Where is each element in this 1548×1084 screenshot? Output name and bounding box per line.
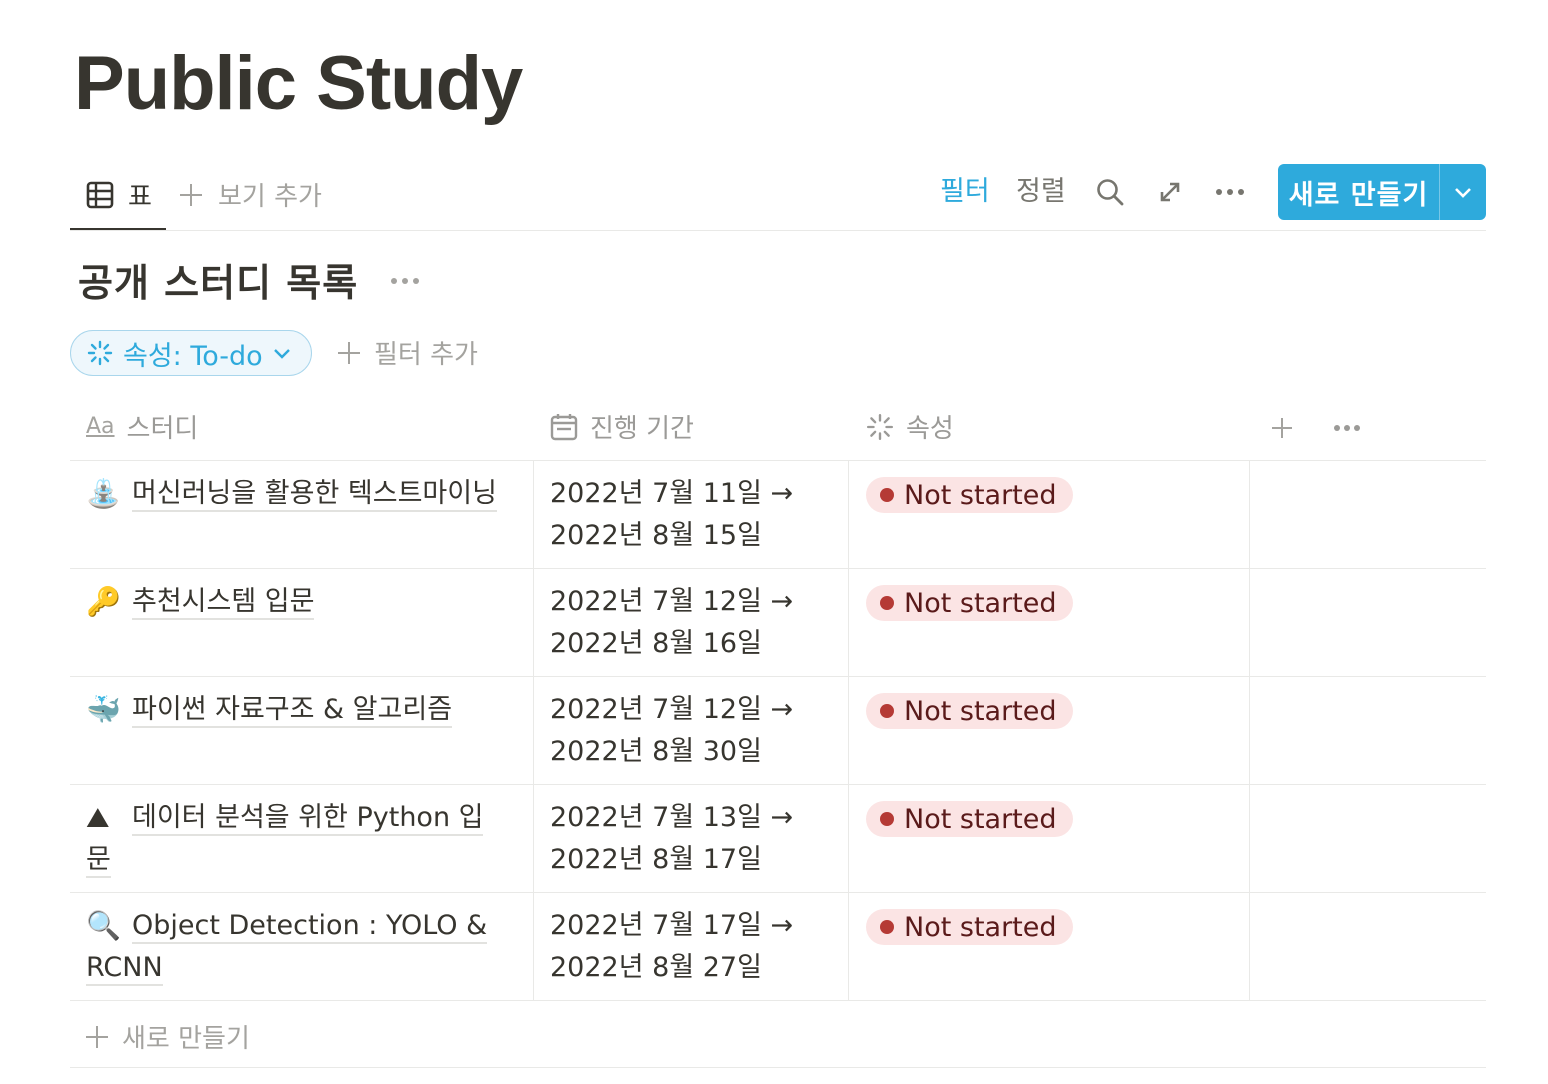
status-label: Not started (904, 803, 1057, 835)
study-name[interactable]: 데이터 분석을 위한 Python 입문 (86, 802, 484, 878)
new-row-label: 새로 만들기 (122, 1024, 250, 1054)
column-options-button[interactable] (1330, 412, 1364, 444)
new-button-dropdown[interactable] (1440, 164, 1486, 220)
date-start: 2022년 7월 17일 → (550, 910, 794, 941)
filter-chip[interactable]: 속성: To-do (70, 330, 312, 376)
study-name-cell[interactable]: ⛰ 데이터 분석을 위한 Python 입문 (86, 797, 506, 881)
chevron-down-icon (1453, 185, 1473, 199)
add-view-label: 보기 추가 (218, 182, 322, 212)
status-dot (880, 596, 894, 610)
status-badge[interactable]: Not started (866, 801, 1073, 837)
status-icon (87, 340, 113, 366)
plus-icon (84, 1024, 110, 1050)
date-end: 2022년 8월 27일 (550, 952, 762, 983)
date-cell[interactable]: 2022년 7월 13일 → 2022년 8월 17일 (550, 797, 793, 881)
sort-button[interactable]: 정렬 (1016, 172, 1066, 212)
date-start: 2022년 7월 13일 → (550, 802, 794, 833)
chevron-down-icon (273, 347, 291, 359)
add-column-button[interactable] (1266, 412, 1298, 444)
status-badge[interactable]: Not started (866, 693, 1073, 729)
more-options-button[interactable] (1208, 172, 1252, 212)
date-end: 2022년 8월 15일 (550, 520, 762, 551)
status-badge[interactable]: Not started (866, 909, 1073, 945)
add-filter-button[interactable]: 필터 추가 (336, 334, 478, 371)
open-fullpage-button[interactable] (1150, 172, 1190, 212)
magnifier-icon: 🔍 (86, 909, 121, 942)
add-filter-label: 필터 추가 (374, 340, 478, 370)
table-row[interactable]: ⛲ 머신러닝을 활용한 텍스트마이닝 2022년 7월 11일 → 2022년 8… (70, 461, 1486, 569)
column-label: 스터디 (126, 414, 199, 444)
new-button-label[interactable]: 새로 만들기 (1278, 164, 1439, 220)
tab-label: 표 (128, 182, 152, 212)
key-icon: 🔑 (86, 585, 121, 618)
status-icon (866, 413, 894, 441)
calendar-icon (550, 413, 578, 441)
more-icon (1333, 424, 1361, 432)
table-row[interactable]: ⛰ 데이터 분석을 위한 Python 입문 2022년 7월 13일 → 202… (70, 785, 1486, 893)
table-row[interactable]: 🐳 파이썬 자료구조 & 알고리즘 2022년 7월 12일 → 2022년 8월… (70, 677, 1486, 785)
plus-icon (1270, 416, 1294, 440)
status-label: Not started (904, 587, 1057, 619)
date-start: 2022년 7월 11일 → (550, 478, 794, 509)
date-cell[interactable]: 2022년 7월 12일 → 2022년 8월 30일 (550, 689, 793, 773)
column-header-period[interactable]: 진행 기간 (550, 408, 694, 445)
column-label: 속성 (906, 414, 954, 444)
status-label: Not started (904, 911, 1057, 943)
more-icon (1215, 188, 1245, 196)
status-dot (880, 812, 894, 826)
column-label: 진행 기간 (590, 414, 694, 444)
more-icon (390, 277, 420, 285)
filter-button[interactable]: 필터 (940, 172, 990, 212)
plus-icon (336, 340, 362, 366)
filter-chip-label: 속성: To-do (123, 340, 263, 372)
divider (70, 230, 1486, 231)
fountain-icon: ⛲ (86, 477, 121, 510)
text-icon: Aa (86, 414, 115, 439)
column-header-study[interactable]: Aa 스터디 (86, 408, 198, 445)
tab-table-view[interactable]: 표 (86, 176, 152, 213)
mountain-icon: ⛰ (86, 801, 110, 834)
study-name-cell[interactable]: 🐳 파이썬 자료구조 & 알고리즘 (86, 689, 506, 731)
new-button[interactable]: 새로 만들기 (1278, 164, 1486, 220)
study-name-cell[interactable]: 🔍 Object Detection : YOLO & RCNN (86, 905, 506, 989)
search-button[interactable] (1090, 172, 1130, 212)
search-icon (1095, 177, 1125, 207)
expand-icon (1157, 179, 1183, 205)
column-header-status[interactable]: 속성 (866, 408, 954, 445)
database-title[interactable]: 공개 스터디 목록 (78, 252, 358, 307)
whale-icon: 🐳 (86, 693, 121, 726)
database-more-button[interactable] (386, 266, 424, 296)
study-name[interactable]: 파이썬 자료구조 & 알고리즘 (132, 694, 453, 728)
add-view-button[interactable]: 보기 추가 (178, 176, 322, 213)
date-start: 2022년 7월 12일 → (550, 694, 794, 725)
date-cell[interactable]: 2022년 7월 11일 → 2022년 8월 15일 (550, 473, 793, 557)
plus-icon (178, 182, 204, 208)
table-icon (86, 181, 114, 209)
status-dot (880, 920, 894, 934)
table-row[interactable]: 🔑 추천시스템 입문 2022년 7월 12일 → 2022년 8월 16일 No… (70, 569, 1486, 677)
status-label: Not started (904, 695, 1057, 727)
new-row-button[interactable]: 새로 만들기 (84, 1018, 250, 1055)
date-cell[interactable]: 2022년 7월 17일 → 2022년 8월 27일 (550, 905, 793, 989)
study-name-cell[interactable]: ⛲ 머신러닝을 활용한 텍스트마이닝 (86, 473, 506, 515)
study-name[interactable]: Object Detection : YOLO & RCNN (86, 910, 488, 986)
divider (70, 1067, 1486, 1068)
date-end: 2022년 8월 16일 (550, 628, 762, 659)
status-dot (880, 488, 894, 502)
date-start: 2022년 7월 12일 → (550, 586, 794, 617)
study-name-cell[interactable]: 🔑 추천시스템 입문 (86, 581, 506, 623)
date-cell[interactable]: 2022년 7월 12일 → 2022년 8월 16일 (550, 581, 793, 665)
status-badge[interactable]: Not started (866, 585, 1073, 621)
page-title: Public Study (74, 41, 523, 126)
study-name[interactable]: 머신러닝을 활용한 텍스트마이닝 (132, 478, 497, 512)
status-badge[interactable]: Not started (866, 477, 1073, 513)
date-end: 2022년 8월 30일 (550, 736, 762, 767)
study-name[interactable]: 추천시스템 입문 (132, 586, 315, 620)
status-label: Not started (904, 479, 1057, 511)
date-end: 2022년 8월 17일 (550, 844, 762, 875)
status-dot (880, 704, 894, 718)
table-row[interactable]: 🔍 Object Detection : YOLO & RCNN 2022년 7월… (70, 893, 1486, 1001)
